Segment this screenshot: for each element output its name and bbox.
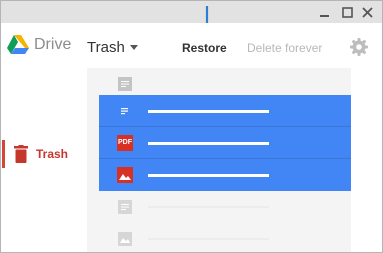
list-item[interactable] xyxy=(99,191,351,223)
app-name: Drive xyxy=(34,36,72,53)
maximize-icon[interactable] xyxy=(339,4,355,20)
list-item[interactable]: PDF xyxy=(99,127,351,159)
file-name-placeholder xyxy=(148,206,269,208)
minimize-icon[interactable] xyxy=(317,4,333,20)
sidebar-item-trash[interactable]: Trash xyxy=(1,140,87,168)
close-icon[interactable] xyxy=(359,4,375,20)
file-list: PDF xyxy=(87,68,351,252)
sidebar: Trash xyxy=(1,68,87,252)
restore-button[interactable]: Restore xyxy=(182,41,227,55)
file-name-placeholder xyxy=(148,110,269,113)
image-icon xyxy=(117,167,133,183)
doc-icon xyxy=(117,103,133,119)
doc-icon xyxy=(117,199,133,215)
image-icon xyxy=(117,231,133,247)
drive-window: Drive Trash Restore Delete forever Trash… xyxy=(0,0,383,253)
file-name-placeholder xyxy=(148,174,269,177)
list-item[interactable] xyxy=(99,95,351,127)
file-name-placeholder xyxy=(148,142,269,145)
drive-logo-icon xyxy=(7,35,29,59)
toolbar: Drive Trash Restore Delete forever xyxy=(1,23,382,68)
pdf-icon: PDF xyxy=(117,135,133,151)
pdf-icon-label: PDF xyxy=(118,139,132,146)
doc-icon xyxy=(117,76,133,92)
title-bar xyxy=(1,1,382,23)
trash-icon xyxy=(14,145,28,168)
folder-dropdown[interactable]: Trash xyxy=(87,39,138,56)
delete-forever-button[interactable]: Delete forever xyxy=(247,41,322,55)
file-name-placeholder xyxy=(148,238,269,240)
list-item[interactable] xyxy=(99,223,351,252)
list-item[interactable] xyxy=(99,159,351,191)
caret-down-icon xyxy=(129,45,138,50)
folder-dropdown-label: Trash xyxy=(87,39,125,56)
sidebar-item-label: Trash xyxy=(36,147,69,161)
active-indicator xyxy=(2,140,5,168)
gear-icon[interactable] xyxy=(349,37,369,62)
